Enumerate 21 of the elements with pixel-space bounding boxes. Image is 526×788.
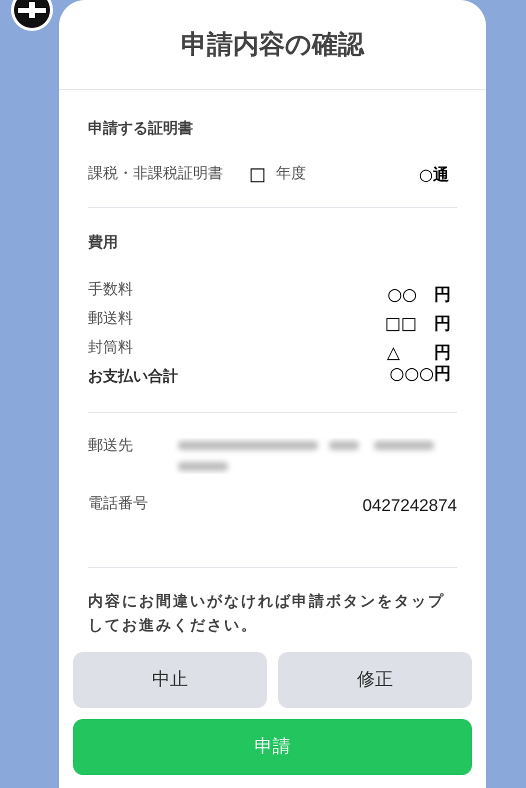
certificate-name: 課税・非課税証明書 (88, 164, 223, 184)
field-label: 郵送先 (88, 436, 134, 456)
fee-label: 封筒料 (88, 338, 133, 358)
section-heading: 申請する証明書 (88, 119, 194, 139)
fee-amount: ○○○円 (389, 366, 451, 383)
field-label: 電話番号 (88, 494, 149, 514)
fee-amount: □□ 円 (384, 316, 451, 333)
section-heading: 費用 (88, 232, 119, 252)
copies-count: ○通 (419, 164, 449, 186)
fee-amount: △ 円 (386, 345, 451, 362)
fee-label: 郵送料 (88, 309, 133, 330)
phone-number: 0427242874 (362, 495, 457, 517)
fee-amount: ○○ 円 (387, 287, 451, 304)
action-button[interactable]: 中止 (73, 652, 267, 708)
instruction-text: 内容にお間違いがなければ申請ボタンをタップしてお進みください。 (88, 592, 446, 636)
fee-label: 手数料 (88, 280, 133, 300)
dialog-title: 申請内容の確認 (181, 28, 364, 61)
year-label: 年度 (276, 164, 306, 184)
action-button[interactable]: 修正 (278, 652, 472, 708)
total-label: お支払い合計 (88, 367, 178, 388)
year-field: □ (249, 166, 266, 184)
